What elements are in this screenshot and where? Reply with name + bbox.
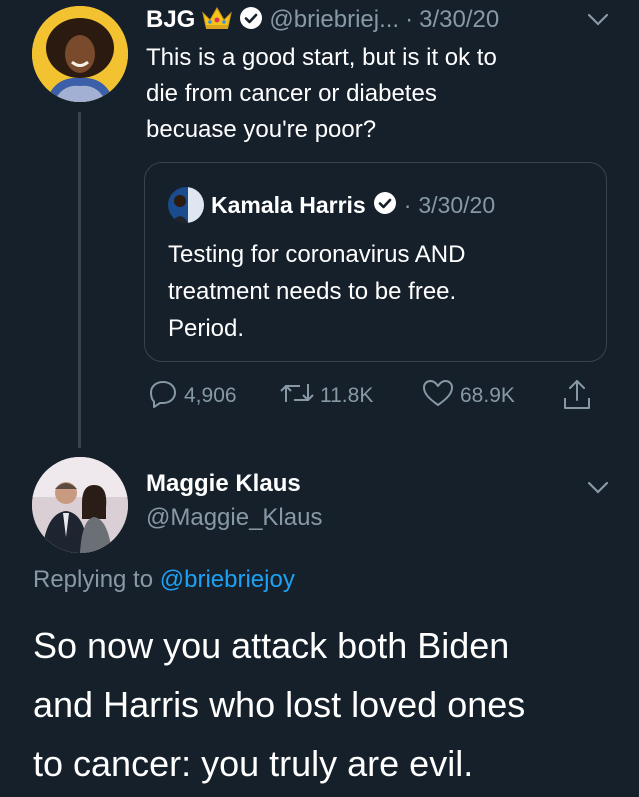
chevron-down-icon[interactable] bbox=[586, 478, 610, 501]
quoted-author-avatar[interactable] bbox=[168, 187, 204, 223]
reply-count: 4,906 bbox=[184, 384, 237, 407]
quoted-date-separator: · bbox=[403, 191, 412, 218]
quoted-text-line: treatment needs to be free. bbox=[168, 278, 457, 305]
tweet-text-line: becuase you're poor? bbox=[146, 116, 377, 143]
verified-badge-icon bbox=[373, 191, 397, 220]
reply-text: So now you attack both Biden and Harris … bbox=[33, 616, 633, 793]
quoted-text-line: Testing for coronavirus AND bbox=[168, 241, 466, 268]
retweet-icon bbox=[280, 378, 314, 414]
reply-text-line: to cancer: you truly are evil. bbox=[33, 743, 474, 784]
verified-badge-icon bbox=[239, 6, 263, 35]
tweet-header: BJG @briebriej... · 3/30/20 bbox=[146, 2, 616, 38]
tweet-text-line: die from cancer or diabetes bbox=[146, 80, 437, 107]
reply-text-line: So now you attack both Biden bbox=[33, 625, 510, 666]
share-icon bbox=[561, 380, 593, 416]
author-name[interactable]: BJG bbox=[146, 6, 195, 34]
quoted-author-name[interactable]: Kamala Harris bbox=[211, 192, 366, 219]
date-separator: · bbox=[405, 6, 414, 33]
heart-icon bbox=[422, 378, 454, 414]
tweet-date[interactable]: 3/30/20 bbox=[419, 6, 499, 34]
quoted-tweet-header: Kamala Harris · 3/30/20 bbox=[168, 186, 495, 224]
reply-author-name[interactable]: Maggie Klaus bbox=[146, 470, 301, 498]
retweet-count: 11.8K bbox=[320, 384, 374, 407]
replying-to-label: Replying to bbox=[33, 566, 154, 593]
reply-icon bbox=[148, 378, 178, 414]
thread-line bbox=[78, 112, 81, 448]
reply-button[interactable]: 4,906 bbox=[148, 378, 237, 414]
quoted-text-line: Period. bbox=[168, 315, 245, 342]
share-button[interactable] bbox=[561, 378, 593, 417]
quoted-tweet-text: Testing for coronavirus AND treatment ne… bbox=[168, 236, 588, 347]
chevron-down-icon[interactable] bbox=[586, 10, 610, 33]
reply-author-handle[interactable]: @Maggie_Klaus bbox=[146, 504, 322, 532]
like-button[interactable]: 68.9K bbox=[422, 378, 515, 414]
like-count: 68.9K bbox=[460, 384, 515, 407]
tweet-text-line: This is a good start, but is it ok to bbox=[146, 44, 497, 71]
quoted-tweet-date[interactable]: 3/30/20 bbox=[418, 192, 495, 219]
bjg-avatar[interactable] bbox=[32, 6, 128, 102]
replying-to-handle[interactable]: @briebriejoy bbox=[160, 566, 295, 593]
retweet-button[interactable]: 11.8K bbox=[280, 378, 373, 414]
replying-to: Replying to @briebriejoy bbox=[33, 566, 295, 594]
reply-text-line: and Harris who lost loved ones bbox=[33, 684, 526, 725]
maggie-avatar[interactable] bbox=[32, 457, 128, 553]
author-handle[interactable]: @briebriej... bbox=[269, 6, 399, 34]
crown-emoji-icon bbox=[201, 5, 233, 36]
tweet-text: This is a good start, but is it ok to di… bbox=[146, 40, 616, 148]
